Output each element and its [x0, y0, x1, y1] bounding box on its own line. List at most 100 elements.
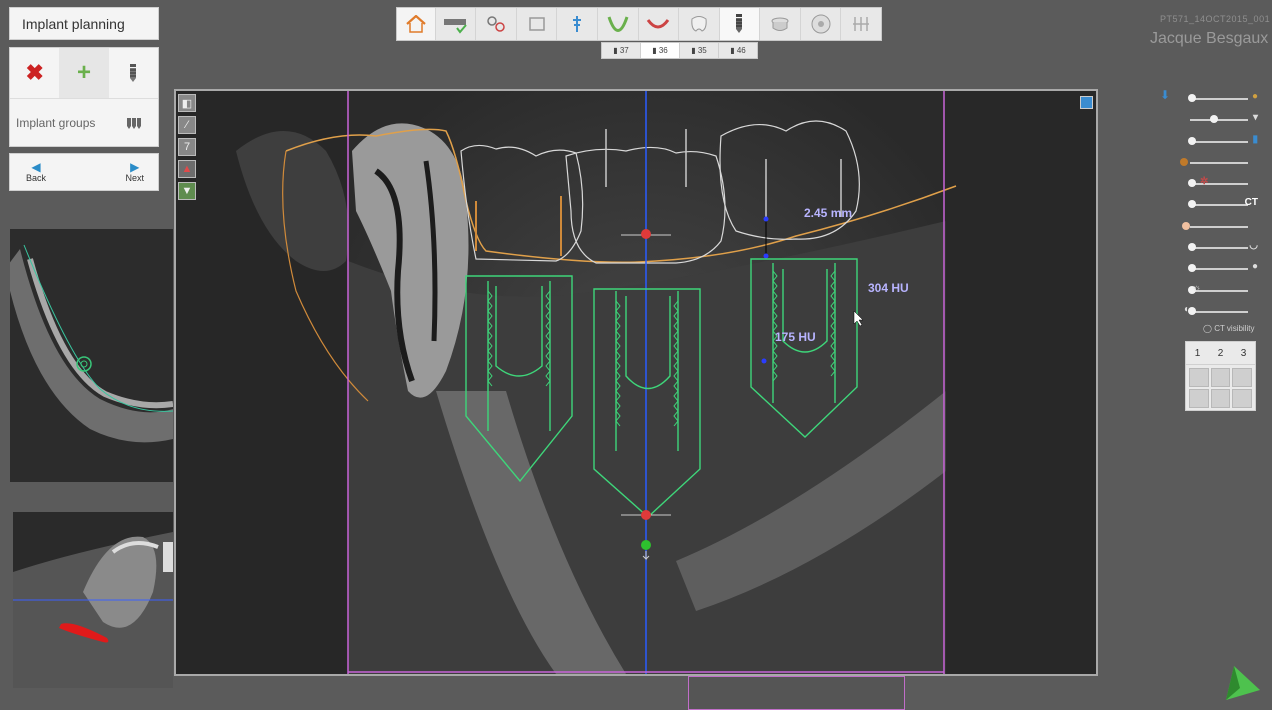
tool-angle[interactable]: 7: [178, 138, 196, 156]
tooth-tab-35[interactable]: ▮ 35: [680, 43, 719, 58]
implant-icon: [130, 64, 137, 82]
next-label: Next: [125, 173, 144, 183]
panoramic-icon: [528, 17, 545, 31]
view-cube-side[interactable]: [1210, 368, 1231, 387]
density-label-outer: 304 HU: [868, 281, 909, 295]
panel-title: Implant planning: [9, 7, 159, 40]
slider-model[interactable]: ●: [1182, 258, 1262, 279]
axial-view[interactable]: [10, 229, 173, 482]
ct-slider-label: CT: [1244, 197, 1258, 209]
patient-name: Jacque Besgaux: [1150, 30, 1269, 47]
view-cube-top[interactable]: [1232, 368, 1252, 387]
implant-icon: [736, 14, 743, 33]
slider-face[interactable]: [1182, 216, 1262, 237]
back-button[interactable]: ◀ Back: [26, 161, 46, 183]
add-implant-button[interactable]: +: [59, 48, 109, 98]
density-icon: ▲: [181, 163, 193, 175]
brightness-icon: ☼: [1192, 282, 1202, 294]
slider-sleeve[interactable]: ▮: [1182, 131, 1262, 152]
teeth-icon: [647, 19, 670, 29]
slider-contrast[interactable]: ◐: [1182, 301, 1262, 322]
tb-arch[interactable]: [598, 8, 639, 40]
tb-implant[interactable]: [719, 8, 761, 40]
tb-segment[interactable]: [476, 8, 517, 40]
tooth-tab-36[interactable]: ▮ 36: [641, 43, 680, 58]
guide-icon: [811, 14, 831, 34]
implant-select-button[interactable]: [109, 48, 158, 98]
next-button[interactable]: ▶ Next: [125, 161, 144, 183]
preset-1[interactable]: 1: [1186, 342, 1209, 364]
pin-icon[interactable]: ⬇: [1160, 88, 1170, 102]
next-arrow-icon: ▶: [130, 160, 140, 174]
tooth-tab-label: 46: [736, 46, 746, 55]
tb-panoramic[interactable]: [517, 8, 558, 40]
view-cube-bottom[interactable]: [1232, 389, 1252, 408]
model-slider-icon: ●: [1251, 261, 1258, 273]
segment-icon: [487, 16, 505, 32]
patient-id: PT571_14OCT2015_001: [1160, 14, 1271, 24]
tool-crown[interactable]: ◧: [178, 94, 196, 112]
ct-visibility-toggle[interactable]: ◯ CT visibility: [1203, 324, 1255, 333]
preset-2[interactable]: 2: [1209, 342, 1232, 364]
scan-icon: [444, 19, 468, 34]
panel-title-text: Implant planning: [22, 15, 125, 32]
tool-ruler[interactable]: ⁄: [178, 116, 196, 134]
visibility-sliders: ⬇ ● ▾ ▮ ✲ CT ◡ ● ☼ ◐: [1160, 88, 1262, 322]
sleeve-slider-icon: ▮: [1252, 133, 1258, 145]
view-toggle-button[interactable]: [1080, 96, 1093, 109]
tooth-tab-label: 35: [697, 46, 707, 55]
sleeve-icon: [771, 17, 789, 31]
slider-ct[interactable]: CT: [1182, 194, 1262, 215]
workflow-toolbar: [396, 7, 882, 41]
preset-3[interactable]: 3: [1232, 342, 1255, 364]
view-cube-left[interactable]: [1210, 389, 1231, 408]
arch-slider-icon: ◡: [1249, 240, 1258, 252]
back-label: Back: [26, 173, 47, 183]
nerve-icon: [573, 16, 582, 32]
wizard-navigation: ◀ Back ▶ Next: [9, 153, 159, 191]
slider-brightness[interactable]: ☼: [1182, 280, 1262, 301]
density-label-inner: 175 HU: [775, 330, 816, 344]
tb-export[interactable]: [841, 8, 881, 40]
ct-visibility-label: CT visibility: [1214, 324, 1255, 333]
view-cube-front[interactable]: [1189, 368, 1209, 387]
tb-crown[interactable]: [679, 8, 720, 40]
crown-tool-icon: ◧: [181, 97, 193, 110]
arch-icon: [607, 16, 629, 32]
implant-group-icon: [127, 118, 141, 129]
ct-scan-image: [176, 91, 1096, 674]
implant-groups-button[interactable]: [110, 116, 158, 130]
tb-sleeve[interactable]: [760, 8, 801, 40]
cross-section-view[interactable]: [13, 512, 173, 688]
tool-export[interactable]: ▼: [178, 182, 196, 200]
view-cube-back[interactable]: [1189, 389, 1209, 408]
tool-density[interactable]: ▲: [178, 160, 196, 178]
contrast-icon: ◐: [1184, 303, 1191, 315]
slider-implant[interactable]: [1180, 152, 1262, 173]
tb-scan[interactable]: [436, 8, 477, 40]
tb-guide[interactable]: [801, 8, 842, 40]
tooth-tab-37[interactable]: ▮ 37: [602, 43, 641, 58]
crown-slider-icon: ●: [1251, 91, 1258, 102]
tooth-tab-label: 36: [658, 46, 668, 55]
bottom-thumbnail[interactable]: [688, 676, 905, 710]
tooth-tab-46[interactable]: ▮ 46: [719, 43, 757, 58]
implant-groups-label: Implant groups: [16, 116, 96, 130]
viewer-tools: ◧ ⁄ 7 ▲ ▼: [178, 94, 198, 204]
slider-crown[interactable]: ●: [1182, 88, 1262, 109]
tooth-slider-icon: ▾: [1252, 112, 1258, 124]
slider-tooth[interactable]: ▾: [1182, 109, 1262, 130]
angle-icon: 7: [183, 141, 191, 153]
home-button[interactable]: [397, 8, 436, 40]
add-icon: +: [76, 59, 91, 86]
tb-teeth[interactable]: [639, 8, 680, 40]
main-cross-section-viewer[interactable]: 2.45 mm 304 HU 175 HU: [174, 89, 1098, 676]
delete-implant-button[interactable]: ✖: [10, 48, 59, 98]
axial-view-image: [10, 229, 173, 482]
tb-nerve[interactable]: [557, 8, 598, 40]
slider-arch[interactable]: ◡: [1182, 237, 1262, 258]
tooth-tabs: ▮ 37 ▮ 36 ▮ 35 ▮ 46: [601, 42, 758, 59]
slider-nerve[interactable]: ✲: [1182, 173, 1262, 194]
tooth-tab-label: 37: [619, 46, 629, 55]
view-presets: 1 2 3: [1185, 341, 1256, 411]
